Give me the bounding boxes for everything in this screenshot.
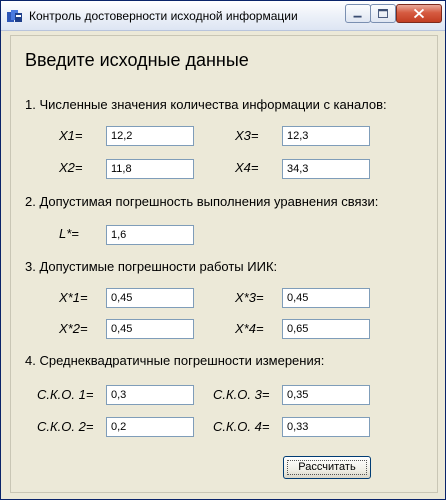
sko4-input[interactable]: 0,33 [282,417,370,437]
label-sko1: С.К.О. 1= [37,387,94,402]
x4-input[interactable]: 34,3 [282,159,370,179]
l-input[interactable]: 1,6 [106,225,194,245]
label-x4: X4= [235,160,259,175]
section-channel-values: 1. Численные значения количества информа… [25,97,387,112]
x3-input[interactable]: 12,3 [282,126,370,146]
label-xs1: X*1= [59,290,88,305]
xs2-input[interactable]: 0,45 [106,319,194,339]
label-xs4: X*4= [235,321,264,336]
maximize-icon [378,9,388,18]
main-window: Контроль достоверности исходной информац… [0,0,446,500]
label-x3: X3= [235,128,259,143]
section-iik-errors: 3. Допустимые погрешности работы ИИК: [25,259,278,274]
app-icon [7,8,23,22]
label-xs3: X*3= [235,290,264,305]
label-sko4: С.К.О. 4= [213,419,270,434]
section-link-error: 2. Допустимая погрешность выполнения ура… [25,194,379,209]
sko2-input[interactable]: 0,2 [106,417,194,437]
minimize-icon [353,15,362,18]
x2-input[interactable]: 11,8 [106,159,194,179]
title-bar[interactable]: Контроль достоверности исходной информац… [1,1,445,31]
label-sko3: С.К.О. 3= [213,387,270,402]
maximize-button[interactable] [370,4,396,23]
xs1-input[interactable]: 0,45 [106,288,194,308]
label-x2: X2= [59,160,83,175]
x1-input[interactable]: 12,2 [106,126,194,146]
section-rms-errors: 4. Среднеквадратичные погрешности измере… [25,353,325,368]
sko3-input[interactable]: 0,35 [282,385,370,405]
label-xs2: X*2= [59,321,88,336]
form-heading: Введите исходные данные [25,50,249,70]
xs3-input[interactable]: 0,45 [282,288,370,308]
close-icon [413,8,425,19]
sko1-input[interactable]: 0,3 [106,385,194,405]
window-title: Контроль достоверности исходной информац… [29,9,298,23]
label-x1: X1= [59,128,83,143]
calculate-button[interactable]: Рассчитать [283,456,371,479]
label-sko2: С.К.О. 2= [37,419,94,434]
close-button[interactable] [396,4,442,23]
minimize-button[interactable] [345,4,371,23]
label-l: L*= [59,226,79,241]
xs4-input[interactable]: 0,65 [282,319,370,339]
